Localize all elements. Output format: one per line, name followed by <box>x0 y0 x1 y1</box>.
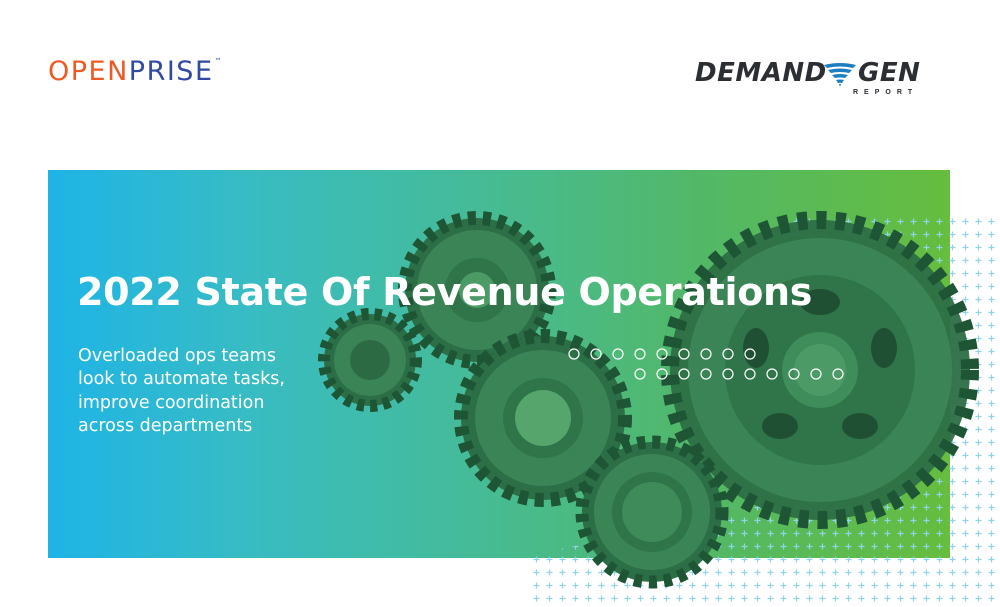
swirl-logo-icon <box>824 63 856 87</box>
openprise-logo: OPENPRISE™ <box>48 56 223 87</box>
subtitle-line: look to automate tasks, <box>78 369 285 390</box>
subtitle: Overloaded ops teams look to automate ta… <box>78 345 338 438</box>
openprise-logo-open: OPEN <box>48 56 129 87</box>
demand-gen-report-logo: DEMAND GEN REPORT <box>695 60 935 100</box>
openprise-logo-prise: PRISE <box>128 56 214 87</box>
subtitle-line: across departments <box>78 415 253 436</box>
trademark-mark: ™ <box>214 57 223 65</box>
subtitle-line: Overloaded ops teams <box>78 346 276 366</box>
page-title: 2022 State Of Revenue Operations <box>77 270 813 314</box>
demand-gen-logo-word-gen: GEN <box>858 58 921 88</box>
demand-gen-logo-word-demand: DEMAND <box>695 58 827 88</box>
subtitle-line: improve coordination <box>78 392 265 413</box>
demand-gen-logo-report: REPORT <box>853 89 919 96</box>
